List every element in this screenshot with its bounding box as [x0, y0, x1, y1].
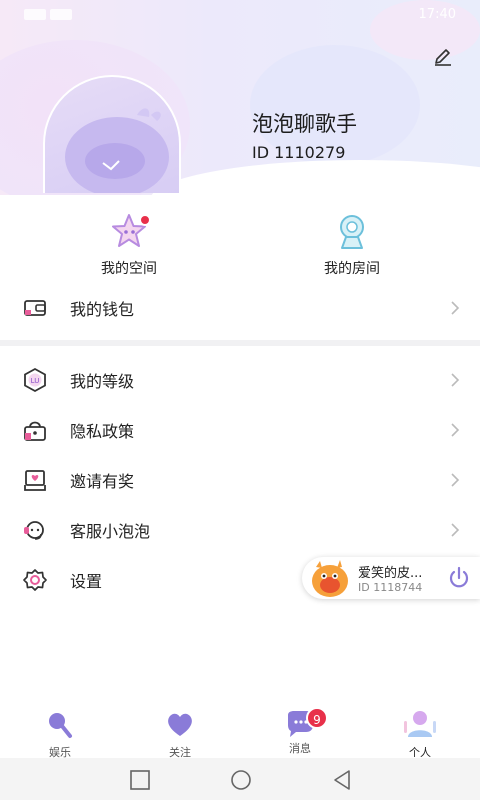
edit-profile-button[interactable] — [430, 42, 456, 68]
menu-label-level: 我的等级 — [70, 372, 135, 391]
my-room-label: 我的房间 — [324, 261, 380, 277]
microphone-icon — [49, 713, 72, 738]
lock-bag-icon — [24, 421, 46, 441]
chevron-right-icon — [451, 301, 460, 315]
menu-item-invite[interactable]: 邀请有奖 — [0, 455, 480, 505]
my-space-button[interactable]: 我的空间 — [59, 210, 199, 278]
dragon-avatar-icon — [312, 560, 348, 597]
star-icon — [107, 210, 151, 254]
room-icon — [330, 210, 374, 254]
chevron-right-icon — [451, 523, 460, 537]
system-navigation-bar — [0, 758, 480, 800]
chevron-right-icon — [451, 373, 460, 387]
menu-item-wallet[interactable]: 我的钱包 — [0, 283, 480, 333]
menu-label-wallet: 我的钱包 — [70, 300, 135, 319]
gear-icon — [23, 569, 47, 591]
status-bar: 17:40 — [0, 0, 480, 28]
floating-room-card[interactable]: 爱笑的皮... ID 1118744 — [302, 557, 480, 599]
my-space-label: 我的空间 — [101, 261, 157, 277]
chevron-right-icon — [451, 473, 460, 487]
tab-label-messages: 消息 — [289, 742, 311, 755]
my-room-button[interactable]: 我的房间 — [282, 210, 422, 278]
notification-dot — [139, 214, 151, 226]
power-icon[interactable] — [445, 564, 473, 592]
menu-label-settings: 设置 — [70, 572, 103, 591]
chat-bubble-icon: 9 — [282, 707, 328, 739]
section-divider — [0, 340, 480, 346]
headset-icon — [24, 521, 44, 540]
person-icon — [404, 711, 436, 737]
back-icon[interactable] — [330, 768, 354, 792]
heart-icon — [168, 713, 192, 736]
tab-messages[interactable]: 9 消息 — [260, 705, 340, 756]
tab-me[interactable]: 个人 — [380, 705, 460, 760]
status-time: 17:40 — [418, 6, 456, 22]
bottom-tab-bar: 娱乐 关注 9 消息 个人 — [0, 705, 480, 760]
messages-badge: 9 — [306, 707, 328, 729]
wallet-icon — [24, 300, 46, 316]
profile-name: 泡泡聊歌手 — [252, 112, 357, 136]
chevron-right-icon — [451, 423, 460, 437]
menu-item-customer-service[interactable]: 客服小泡泡 — [0, 505, 480, 555]
profile-id: ID 1110279 — [252, 143, 346, 162]
tab-follow[interactable]: 关注 — [140, 705, 220, 760]
level-badge-icon: LU — [24, 367, 46, 393]
menu-item-privacy[interactable]: 隐私政策 — [0, 405, 480, 455]
menu-label-customer-service: 客服小泡泡 — [70, 522, 151, 541]
tab-entertainment[interactable]: 娱乐 — [20, 705, 100, 760]
menu-label-invite: 邀请有奖 — [70, 472, 135, 491]
signal-icon — [50, 8, 72, 20]
signal-icon — [24, 8, 46, 20]
recent-apps-icon[interactable] — [128, 768, 152, 792]
floating-card-name: 爱笑的皮... — [358, 566, 423, 581]
menu-item-level[interactable]: LU 我的等级 — [0, 355, 480, 405]
floating-card-id: ID 1118744 — [358, 581, 423, 594]
svg-text:LU: LU — [31, 377, 40, 385]
pencil-icon — [435, 49, 451, 66]
avatar[interactable] — [43, 75, 181, 193]
menu-label-privacy: 隐私政策 — [70, 422, 135, 441]
envelope-heart-icon — [24, 470, 46, 491]
home-icon[interactable] — [229, 768, 253, 792]
